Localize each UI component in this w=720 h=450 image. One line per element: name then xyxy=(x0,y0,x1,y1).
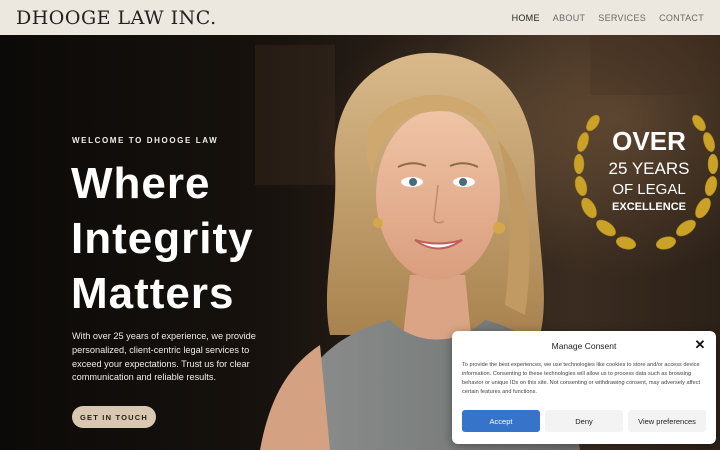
headline-line-1: Where xyxy=(71,159,211,208)
consent-title: Manage Consent xyxy=(551,341,617,351)
nav-services[interactable]: SERVICES xyxy=(598,13,646,23)
deny-button[interactable]: Deny xyxy=(545,410,623,432)
accept-button[interactable]: Accept xyxy=(462,410,540,432)
get-in-touch-button[interactable]: GET IN TOUCH xyxy=(72,406,156,428)
hero-description: With over 25 years of experience, we pro… xyxy=(72,331,256,383)
headline-line-2: Integrity xyxy=(71,214,254,263)
consent-text: To provide the best experiences, we use … xyxy=(462,362,701,395)
headline-line-3: Matters xyxy=(71,269,235,318)
nav-about[interactable]: ABOUT xyxy=(553,13,586,23)
hero-headline: Where Integrity Matters xyxy=(71,156,254,321)
consent-dialog: Manage Consent ✕ To provide the best exp… xyxy=(452,331,716,444)
site-header: DHOOGE LAW INC. HOME ABOUT SERVICES CONT… xyxy=(0,0,720,35)
close-icon[interactable]: ✕ xyxy=(694,338,706,351)
main-nav: HOME ABOUT SERVICES CONTACT xyxy=(512,13,704,23)
badge-line-2: 25 YEARS xyxy=(609,159,690,178)
hero-eyebrow: WELCOME TO DHOOGE LAW xyxy=(72,136,219,145)
bookshelf-right xyxy=(590,35,720,95)
badge-line-1: OVER xyxy=(612,126,686,156)
badge-line-4: EXCELLENCE xyxy=(612,201,686,213)
site-logo[interactable]: DHOOGE LAW INC. xyxy=(16,7,217,29)
nav-contact[interactable]: CONTACT xyxy=(659,13,704,23)
laurel-badge: OVER 25 YEARS OF LEGAL EXCELLENCE xyxy=(573,114,719,250)
nav-home[interactable]: HOME xyxy=(512,13,540,23)
view-preferences-button[interactable]: View preferences xyxy=(628,410,706,432)
consent-buttons: Accept Deny View preferences xyxy=(462,410,706,432)
badge-line-3: OF LEGAL xyxy=(612,181,685,198)
